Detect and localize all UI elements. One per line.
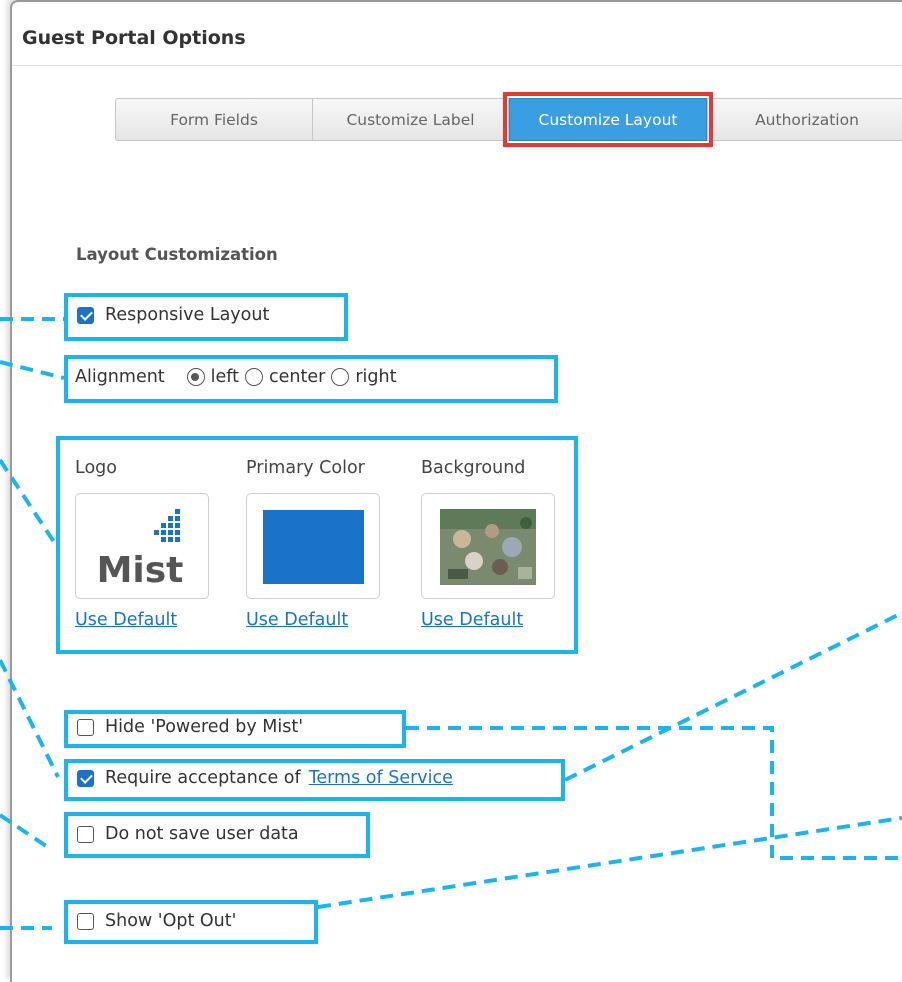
alignment-right-option[interactable]: right — [331, 367, 396, 387]
background-use-default-link[interactable]: Use Default — [421, 610, 523, 630]
require-acceptance-label: Require acceptance of — [105, 768, 301, 788]
mist-logo-icon: Mist — [97, 509, 184, 591]
alignment-center-option[interactable]: center — [245, 367, 325, 387]
show-opt-out-checkbox[interactable] — [77, 912, 94, 930]
responsive-layout-checkbox[interactable] — [77, 306, 94, 324]
logo-thumbnail[interactable]: Mist — [75, 493, 209, 599]
do-not-save-option[interactable]: Do not save user data — [77, 824, 299, 844]
section-title: Layout Customization — [76, 245, 278, 264]
do-not-save-label: Do not save user data — [105, 824, 299, 844]
primary-color-swatch — [263, 510, 364, 584]
alignment-right-label: right — [355, 367, 397, 387]
logo-text: Mist — [97, 550, 184, 591]
primary-color-use-default-link[interactable]: Use Default — [246, 610, 348, 630]
alignment-left-radio[interactable] — [186, 368, 205, 386]
do-not-save-checkbox[interactable] — [77, 825, 94, 843]
primary-color-label: Primary Color — [246, 458, 365, 478]
require-acceptance-option[interactable]: Require acceptance of Terms of Service — [77, 768, 453, 788]
background-label: Background — [421, 458, 526, 478]
tab-authorization[interactable]: Authorization — [707, 98, 902, 141]
hide-powered-option[interactable]: Hide 'Powered by Mist' — [77, 717, 303, 737]
hide-powered-label: Hide 'Powered by Mist' — [105, 717, 304, 737]
alignment-left-label: left — [210, 367, 240, 387]
logo-use-default-link[interactable]: Use Default — [75, 610, 177, 630]
alignment-center-label: center — [269, 367, 326, 387]
responsive-layout-label: Responsive Layout — [105, 305, 270, 325]
show-opt-out-option[interactable]: Show 'Opt Out' — [77, 911, 236, 931]
responsive-layout-option[interactable]: Responsive Layout — [77, 305, 269, 325]
logo-label: Logo — [75, 458, 117, 478]
tab-form-fields[interactable]: Form Fields — [115, 98, 313, 141]
require-acceptance-checkbox[interactable] — [77, 769, 94, 787]
terms-of-service-link[interactable]: Terms of Service — [309, 768, 453, 788]
primary-color-thumbnail[interactable] — [246, 493, 380, 599]
background-image — [440, 509, 536, 585]
alignment-center-radio[interactable] — [245, 368, 264, 386]
title-divider — [12, 65, 902, 66]
alignment-row: Alignment left center right — [75, 367, 402, 387]
alignment-label: Alignment — [75, 367, 165, 387]
background-thumbnail[interactable] — [421, 493, 555, 599]
active-tab-highlight — [503, 92, 713, 147]
alignment-right-radio[interactable] — [331, 368, 350, 386]
panel-title: Guest Portal Options — [22, 27, 246, 49]
alignment-left-option[interactable]: left — [186, 367, 240, 387]
tab-customize-label[interactable]: Customize Label — [312, 98, 509, 141]
show-opt-out-label: Show 'Opt Out' — [105, 911, 237, 931]
hide-powered-checkbox[interactable] — [77, 718, 94, 736]
